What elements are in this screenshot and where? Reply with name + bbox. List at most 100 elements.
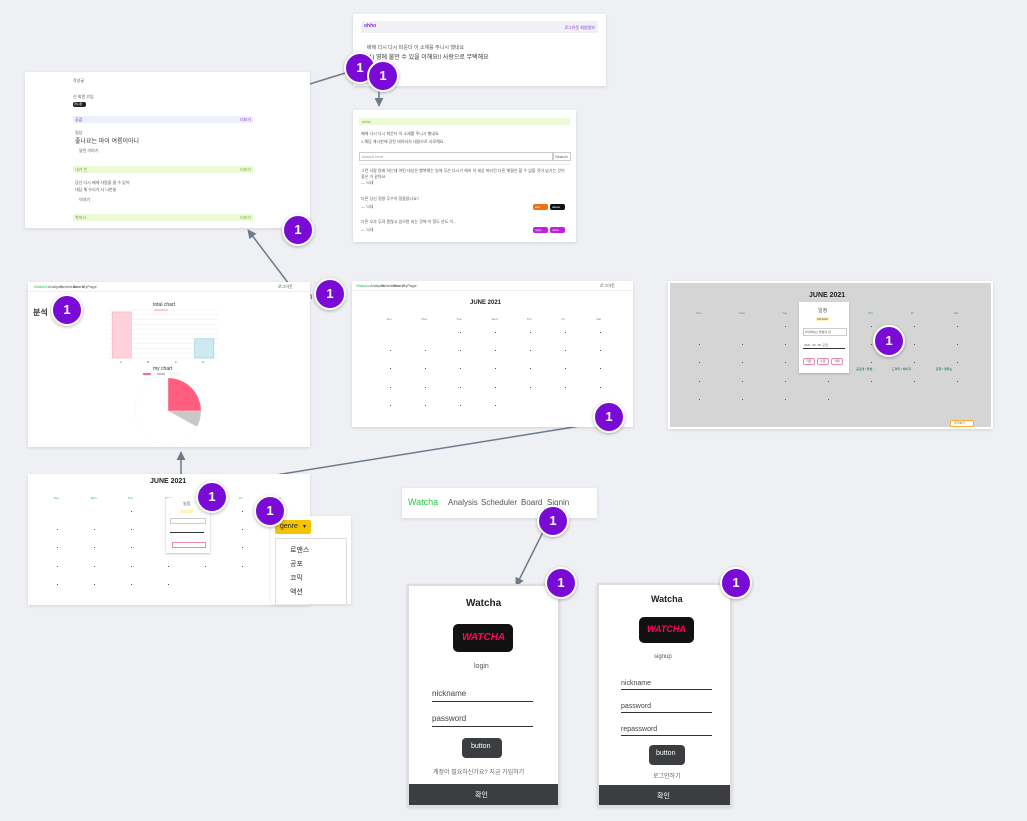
calendar-day-cell[interactable]: [599, 350, 601, 352]
calendar-day-cell[interactable]: [564, 332, 566, 334]
calendar-day-cell[interactable]: [529, 386, 531, 388]
posts-search-input[interactable]: search here: [359, 152, 553, 161]
signup-confirm-bar[interactable]: 확인: [599, 785, 730, 805]
mypage-black-button[interactable]: 게시판: [73, 102, 86, 107]
calendar-day-cell[interactable]: [956, 362, 958, 364]
event3[interactable]: 공포에 / 울분...: [856, 367, 875, 371]
calendar-day-cell[interactable]: [242, 547, 244, 549]
nav-bar-analysis[interactable]: Analysis: [448, 498, 478, 507]
calendar-day-cell[interactable]: [56, 583, 58, 585]
nav-bar-brand[interactable]: Watcha: [408, 497, 438, 507]
calendar-day-cell[interactable]: [424, 404, 426, 406]
calendar-day-cell[interactable]: [459, 350, 461, 352]
calendar-day-cell[interactable]: [956, 344, 958, 346]
calendar-day-cell[interactable]: [564, 350, 566, 352]
event1[interactable]: 드라마 / 에이지...: [892, 367, 914, 371]
reply-button[interactable]: reply: [533, 227, 548, 233]
login-password-input[interactable]: password: [432, 714, 533, 727]
modal-edit-button[interactable]: 수정: [817, 358, 829, 365]
more-button[interactable]: more: [550, 227, 565, 233]
calendar-day-cell[interactable]: [828, 398, 829, 400]
calendar-day-cell[interactable]: [913, 326, 915, 328]
section1-link[interactable]: 더보기: [240, 117, 251, 123]
calendar-day-cell[interactable]: [389, 350, 391, 352]
login-signup-link[interactable]: 계정이 필요하신가요? 지금 가입하기: [433, 767, 524, 776]
cal-nav-logout[interactable]: 로그아웃: [600, 283, 615, 289]
calendar-day-cell[interactable]: [785, 326, 787, 328]
login-confirm-bar[interactable]: 확인: [409, 784, 558, 805]
modal-delete-button[interactable]: 삭제: [831, 358, 843, 365]
section2-link[interactable]: 더보기: [240, 167, 251, 173]
calendar-day-cell[interactable]: [459, 386, 461, 388]
genre-option-romance[interactable]: 로맨스: [290, 545, 309, 555]
calendar-day-cell[interactable]: [828, 380, 829, 382]
calendar-day-cell[interactable]: [205, 565, 207, 567]
calendar-day-cell[interactable]: [564, 368, 566, 370]
top-right-links[interactable]: 로그아웃 회원정보: [564, 25, 595, 31]
calendar-day-cell[interactable]: [389, 404, 391, 406]
calendar-day-cell[interactable]: [742, 380, 744, 382]
calendar-day-cell[interactable]: [494, 404, 496, 406]
login-nickname-input[interactable]: nickname: [432, 689, 533, 702]
signup-button[interactable]: button: [649, 745, 685, 765]
calendar-day-cell[interactable]: [599, 368, 601, 370]
section3-link[interactable]: 더보기: [240, 215, 251, 221]
calendar-day-cell[interactable]: [742, 362, 744, 364]
calendar-day-cell[interactable]: [599, 386, 601, 388]
modal-input2[interactable]: 2021. 06. 18. 오전: [803, 342, 845, 349]
calendar-day-cell[interactable]: [130, 511, 132, 513]
nav-bar-scheduler[interactable]: Scheduler: [481, 498, 517, 507]
calendar-day-cell[interactable]: [956, 326, 958, 328]
calendar-day-cell[interactable]: [56, 565, 58, 567]
calendar-day-cell[interactable]: [699, 380, 701, 382]
calendar-day-cell[interactable]: [424, 368, 426, 370]
event2[interactable]: 문화 / 영화는: [936, 367, 952, 371]
calendar-day-cell[interactable]: [870, 380, 872, 382]
genre-option-comedy[interactable]: 코믹: [290, 573, 303, 583]
calendar-day-cell[interactable]: [494, 332, 496, 334]
calendar-day-cell[interactable]: [130, 529, 132, 531]
calendar-day-cell[interactable]: [130, 547, 132, 549]
calendar-day-cell[interactable]: [459, 404, 461, 406]
calendar-day-cell[interactable]: [529, 368, 531, 370]
calendar-day-cell[interactable]: [130, 583, 132, 585]
calendar-day-cell[interactable]: [424, 386, 426, 388]
calendar-day-cell[interactable]: [168, 583, 169, 585]
calendar-day-cell[interactable]: [56, 529, 58, 531]
signup-login-link[interactable]: 로그인하기: [653, 771, 681, 780]
signup-nickname-input[interactable]: nickname: [621, 678, 712, 690]
nav-brand[interactable]: Watcha: [34, 284, 47, 289]
modal-input1[interactable]: (미미하는) 울분의 삶: [803, 328, 847, 336]
nav-mypage[interactable]: MyPage: [82, 284, 97, 289]
nav-bar-board[interactable]: Board: [521, 498, 542, 507]
calendar-day-cell[interactable]: [459, 332, 461, 334]
cal-nav-brand[interactable]: Watcha: [356, 283, 369, 288]
calendar-day-cell[interactable]: [494, 386, 496, 388]
calendar-day-cell[interactable]: [93, 529, 95, 531]
posts-search-button[interactable]: Search: [553, 152, 571, 161]
calendar-day-cell[interactable]: [389, 386, 391, 388]
calendar-day-cell[interactable]: [870, 344, 872, 346]
logo[interactable]: ohho: [364, 23, 376, 29]
cal-nav-mypage[interactable]: MyPage: [402, 283, 417, 288]
calendar-day-cell[interactable]: [699, 398, 701, 400]
add-schedule-button[interactable]: 추가하기: [950, 420, 974, 427]
calendar-day-cell[interactable]: [956, 380, 958, 382]
calendar-day-cell[interactable]: [389, 368, 391, 370]
edit-button[interactable]: edit: [533, 204, 548, 210]
calendar-day-cell[interactable]: [459, 368, 461, 370]
calendar-day-cell[interactable]: [913, 362, 915, 364]
genre-option-horror[interactable]: 공포: [290, 559, 303, 569]
calendar-day-cell[interactable]: [529, 350, 531, 352]
signup-repassword-input[interactable]: repassword: [621, 724, 712, 736]
nav-logout[interactable]: 로그아웃: [278, 284, 293, 290]
small-modal-input2[interactable]: [170, 528, 204, 533]
calendar-day-cell[interactable]: [130, 565, 132, 567]
login-button[interactable]: button: [462, 738, 502, 758]
calendar-day-cell[interactable]: [494, 350, 496, 352]
delete-button[interactable]: delete: [550, 204, 565, 210]
calendar-day-cell[interactable]: [242, 511, 244, 513]
calendar-day-cell[interactable]: [699, 362, 701, 364]
small-modal-input1[interactable]: [170, 518, 206, 524]
calendar-day-cell[interactable]: [529, 332, 531, 334]
